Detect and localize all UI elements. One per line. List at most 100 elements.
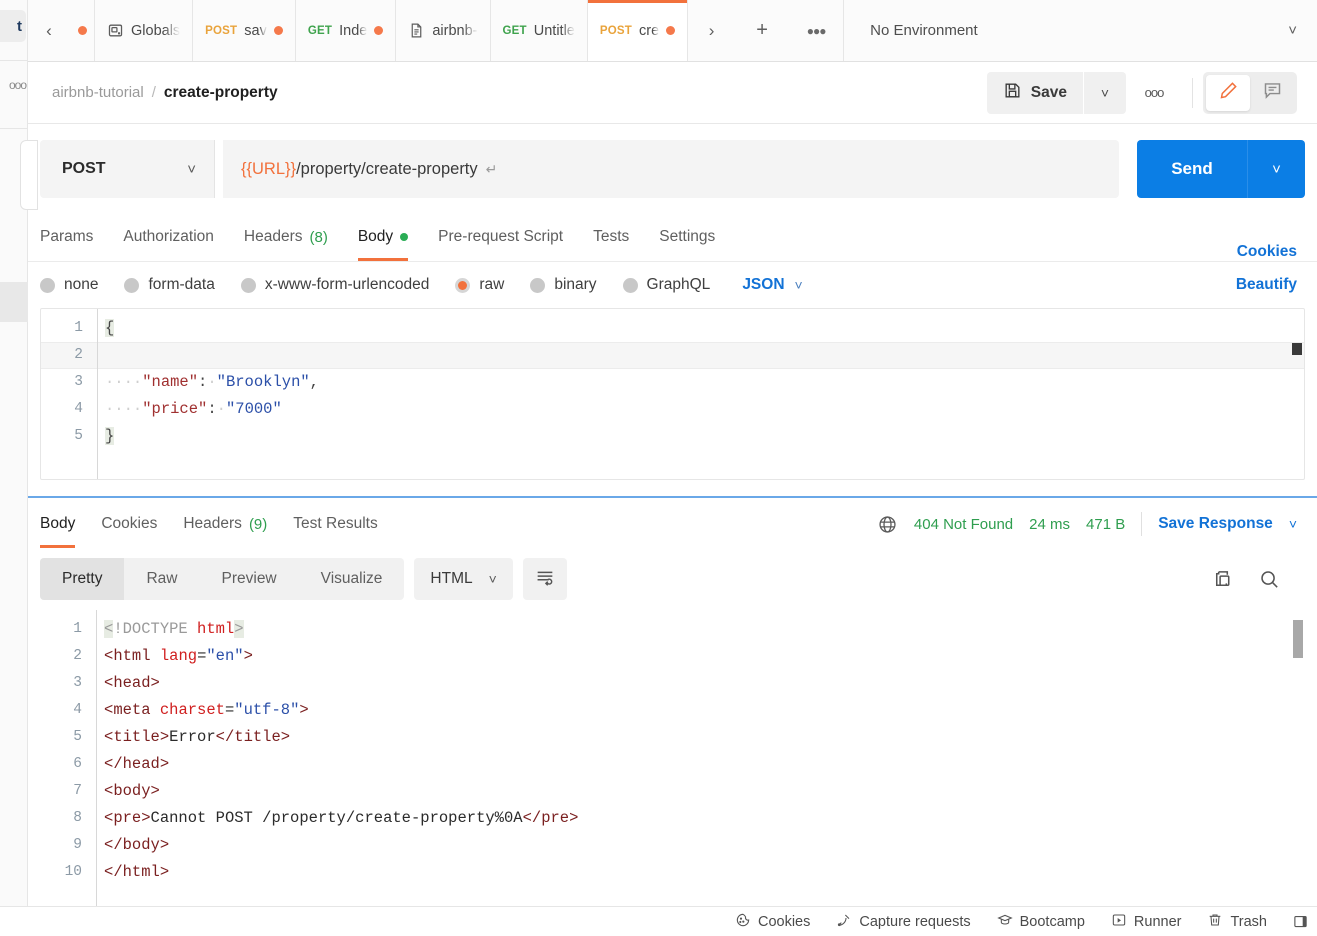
- view-mode-raw[interactable]: Raw: [124, 558, 199, 600]
- chevron-down-icon[interactable]: ˅: [1289, 516, 1297, 532]
- response-body-viewer[interactable]: 1 <!DOCTYPE html> 2 <html lang="en"> 3 <head>…: [40, 610, 1305, 936]
- response-tab-headers[interactable]: Headers (9): [183, 500, 267, 548]
- breadcrumb-parent[interactable]: airbnb-tutorial: [52, 84, 144, 101]
- tab-bar-more-icon[interactable]: ●●●: [789, 0, 844, 61]
- pencil-icon: [1218, 80, 1239, 106]
- status-runner-button[interactable]: Runner: [1111, 912, 1182, 932]
- line-number: 5: [74, 428, 83, 444]
- tab-bar: ‹ Globals POST sav GET Inde airbnb- GET …: [0, 0, 1317, 62]
- radio-icon: [124, 277, 140, 293]
- line-number: 2: [73, 648, 82, 664]
- view-mode-preview[interactable]: Preview: [200, 558, 299, 600]
- status-cookies-button[interactable]: Cookies: [735, 912, 810, 932]
- tab-index[interactable]: GET Inde: [294, 0, 396, 61]
- response-size: 471 B: [1086, 515, 1126, 533]
- chevron-down-icon: ˅: [488, 571, 497, 587]
- body-type-none[interactable]: none: [40, 276, 98, 294]
- view-mode-visualize[interactable]: Visualize: [299, 558, 405, 600]
- runner-icon: [1111, 912, 1127, 932]
- response-toolbar: Pretty Raw Preview Visualize HTML ˅: [0, 548, 1317, 610]
- tab-untitled[interactable]: GET Untitle: [489, 0, 587, 61]
- tab-create-property[interactable]: POST cre: [586, 0, 688, 61]
- scrollbar-thumb[interactable]: [1292, 343, 1302, 355]
- request-cookies-link[interactable]: Cookies: [1237, 243, 1297, 261]
- radio-icon-selected: [455, 277, 471, 293]
- scrollbar-thumb[interactable]: [1293, 620, 1303, 658]
- environment-selector[interactable]: No Environment ˅: [843, 0, 1317, 61]
- tab-label: Body: [40, 515, 76, 532]
- code-line: 5 }: [41, 423, 1304, 450]
- tab-airbnb-doc[interactable]: airbnb-: [395, 0, 490, 61]
- tab-settings[interactable]: Settings: [659, 213, 715, 261]
- tab-save[interactable]: POST sav: [192, 0, 295, 61]
- response-code[interactable]: 1 <!DOCTYPE html> 2 <html lang="en"> 3 <head>…: [40, 610, 1305, 936]
- http-method-selector[interactable]: POST ˅: [40, 140, 215, 198]
- body-type-urlencoded[interactable]: x-www-form-urlencoded: [240, 276, 429, 294]
- tab-authorization[interactable]: Authorization: [123, 213, 213, 261]
- line-number: 4: [74, 401, 83, 417]
- url-input[interactable]: {{URL}}/property/create-property ↵: [223, 140, 1119, 198]
- save-response-button[interactable]: Save Response: [1158, 515, 1273, 533]
- response-format-selector[interactable]: HTML ˅: [414, 558, 513, 600]
- sidebar-chip[interactable]: t: [0, 10, 26, 42]
- response-tab-body[interactable]: Body: [40, 500, 76, 548]
- json-value: "7000": [225, 400, 282, 418]
- radio-label: GraphQL: [646, 276, 711, 293]
- response-tab-cookies[interactable]: Cookies: [101, 500, 157, 548]
- request-editor-scrollbar[interactable]: [1292, 313, 1302, 475]
- status-bootcamp-button[interactable]: Bootcamp: [996, 912, 1085, 932]
- status-item-label: Runner: [1133, 913, 1182, 930]
- save-button[interactable]: Save: [986, 71, 1083, 114]
- status-capture-requests-button[interactable]: Capture requests: [836, 912, 971, 932]
- word-wrap-button[interactable]: [522, 558, 567, 600]
- tab-body[interactable]: Body: [357, 213, 409, 261]
- edit-mode-button[interactable]: [1206, 74, 1250, 111]
- request-tabs: Params Authorization Headers (8) Body Pr…: [0, 214, 1317, 262]
- tabs-scroll-right-button[interactable]: ›: [687, 0, 736, 61]
- body-type-row: none form-data x-www-form-urlencoded raw…: [0, 262, 1317, 308]
- comments-button[interactable]: [1250, 75, 1294, 111]
- save-options-button[interactable]: ˅: [1084, 71, 1126, 114]
- body-type-graphql[interactable]: GraphQL: [622, 276, 711, 294]
- tab-label: Pre-request Script: [438, 228, 564, 245]
- new-tab-button[interactable]: +: [735, 0, 790, 61]
- status-trash-button[interactable]: Trash: [1207, 912, 1267, 932]
- line-number: 5: [73, 729, 82, 745]
- chevron-down-icon: ˅: [187, 160, 196, 178]
- sidebar-more-icon[interactable]: ooo: [0, 78, 28, 92]
- beautify-button[interactable]: Beautify: [1236, 276, 1297, 294]
- body-type-form-data[interactable]: form-data: [124, 276, 215, 294]
- code-line: 7 <body>: [40, 778, 1305, 805]
- tab-label: Globals: [131, 22, 181, 39]
- status-bar: Cookies Capture requests Bootcamp Runner…: [0, 906, 1317, 936]
- tab-tests[interactable]: Tests: [593, 213, 629, 261]
- line-number: 8: [73, 810, 82, 826]
- request-more-icon[interactable]: ooo: [1126, 72, 1182, 114]
- request-code[interactable]: 1 { 2 3 ····"name":·"Brooklyn", 4 ····"p…: [41, 309, 1304, 479]
- json-key: "name": [142, 373, 199, 391]
- send-options-button[interactable]: ˅: [1247, 140, 1305, 198]
- globe-icon: [877, 514, 898, 535]
- copy-icon[interactable]: [1211, 568, 1234, 591]
- tab-pre-request-script[interactable]: Pre-request Script: [438, 213, 563, 261]
- headers-count: (9): [248, 515, 268, 533]
- response-tab-test-results[interactable]: Test Results: [293, 500, 377, 548]
- raw-format-selector[interactable]: JSON ˅: [742, 276, 802, 294]
- tab-params[interactable]: Params: [40, 213, 93, 261]
- send-button[interactable]: Send: [1137, 140, 1247, 198]
- response-scrollbar[interactable]: [1293, 614, 1303, 932]
- request-body-editor[interactable]: 1 { 2 3 ····"name":·"Brooklyn", 4 ····"p…: [40, 308, 1305, 480]
- tab-headers[interactable]: Headers (8): [244, 213, 328, 261]
- body-type-raw[interactable]: raw: [455, 276, 504, 294]
- tabs-scroll-left-button[interactable]: ‹: [28, 0, 70, 61]
- view-mode-pretty[interactable]: Pretty: [40, 558, 125, 600]
- send-group: Send ˅: [1137, 140, 1305, 198]
- panel-toggle-icon[interactable]: [1293, 914, 1311, 930]
- breadcrumb-separator: /: [151, 84, 156, 101]
- search-icon[interactable]: [1258, 568, 1281, 591]
- code-text: </head>: [104, 755, 170, 773]
- body-type-binary[interactable]: binary: [530, 276, 597, 294]
- line-number: 9: [73, 837, 82, 853]
- tab-globals[interactable]: Globals: [94, 0, 193, 61]
- divider: [1192, 77, 1193, 108]
